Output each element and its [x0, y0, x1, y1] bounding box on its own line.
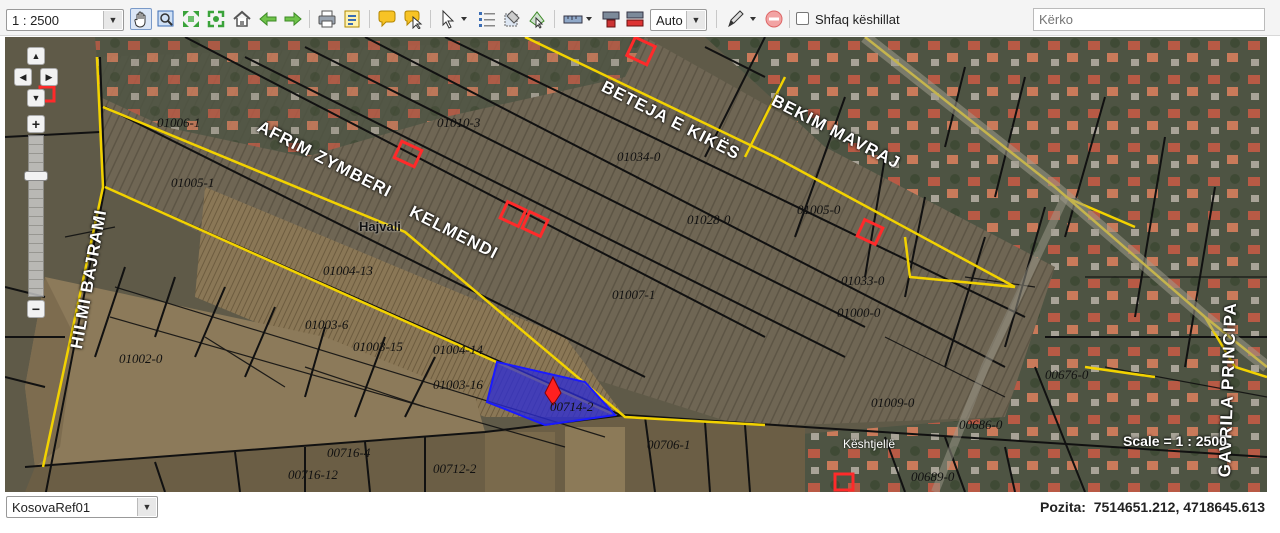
layer-list-icon[interactable]	[476, 8, 498, 30]
parcel-label: 00689-0	[911, 469, 955, 484]
parcel-label: 01033-0	[841, 273, 885, 288]
remove-icon[interactable]	[763, 8, 785, 30]
parcel-label: 00716-12	[288, 467, 338, 482]
comment-icon[interactable]	[376, 8, 398, 30]
pan-right-button[interactable]: ▶	[40, 68, 58, 86]
map-view[interactable]: AFRIM ZYMBERI BETEJA E KIKËS BEKIM MAVRA…	[5, 37, 1267, 492]
pan-icon[interactable]	[130, 8, 152, 30]
toolbar-divider	[716, 10, 717, 28]
parcel-label: 01007-1	[612, 287, 656, 302]
parcel-label: 01034-0	[617, 149, 661, 164]
position-label: Pozita:	[1040, 499, 1086, 515]
scale-select-value: 1 : 2500	[12, 13, 59, 28]
status-bar: KosovaRef01 ▼ Pozita: 7514651.212, 47186…	[0, 492, 1280, 533]
auto-select[interactable]: Auto ▼	[650, 9, 707, 31]
toolbar-divider	[369, 10, 370, 28]
auto-select-value: Auto	[656, 13, 683, 28]
search-input[interactable]	[1033, 8, 1265, 31]
parcel-label: 00714-2	[550, 399, 594, 414]
parcel-label: 00676-0	[1045, 367, 1089, 382]
identify-icon[interactable]	[402, 8, 424, 30]
parcel-label: 01028-0	[687, 212, 731, 227]
reference-select-value: KosovaRef01	[12, 500, 91, 515]
parcel-label: 01005-1	[171, 175, 215, 190]
parcel-label: 01004-13	[323, 263, 373, 278]
export-icon[interactable]	[341, 8, 363, 30]
parcel-label: 01005-0	[797, 202, 841, 217]
toolbar-divider	[789, 10, 790, 28]
pan-left-button[interactable]: ◀	[14, 68, 32, 86]
position-readout: Pozita: 7514651.212, 4718645.613	[1040, 499, 1265, 515]
place-label: Hajvali	[359, 219, 401, 234]
parcel-label: 01003-16	[433, 377, 483, 392]
chevron-down-icon[interactable]: ▼	[137, 498, 156, 516]
toolbar-divider	[430, 10, 431, 28]
zoom-full-icon[interactable]	[205, 8, 227, 30]
zoom-box-icon[interactable]	[155, 8, 177, 30]
parcel-label: 01003-6	[305, 317, 349, 332]
parcel-label: 00686-0	[959, 417, 1003, 432]
parcel-label: 01002-0	[119, 351, 163, 366]
parcel-label: 01004-14	[433, 342, 483, 357]
show-hints-checkbox[interactable]	[796, 12, 809, 25]
parcel-label: 00716-4	[327, 445, 371, 460]
parcel-label: 01009-0	[871, 395, 915, 410]
zoom-slider-handle[interactable]	[24, 171, 48, 181]
show-hints-label: Shfaq këshillat	[815, 12, 900, 27]
forward-arrow-icon[interactable]	[282, 8, 304, 30]
place-label: Kështjellë	[843, 437, 896, 451]
toolbar-divider	[554, 10, 555, 28]
scale-text: Scale = 1 : 2500	[1123, 433, 1227, 449]
scale-select[interactable]: 1 : 2500 ▼	[6, 9, 124, 31]
toolbar-divider	[309, 10, 310, 28]
home-icon[interactable]	[231, 8, 253, 30]
parcel-label: 01010-3	[437, 115, 481, 130]
zoom-in-button[interactable]: +	[27, 115, 45, 133]
zoom-out-button[interactable]: −	[27, 300, 45, 318]
back-arrow-icon[interactable]	[257, 8, 279, 30]
zoom-extent-icon[interactable]	[180, 8, 202, 30]
basemap-icon[interactable]	[624, 8, 646, 30]
position-value: 7514651.212, 4718645.613	[1093, 499, 1265, 515]
parcel-label: 01006-1	[157, 115, 201, 130]
select-shape-icon[interactable]	[526, 8, 548, 30]
pan-up-button[interactable]: ▲	[27, 47, 45, 65]
parcel-label: 00706-1	[647, 437, 691, 452]
zoom-slider-track[interactable]	[28, 135, 44, 297]
select-pointer-icon[interactable]	[437, 8, 471, 30]
chevron-down-icon[interactable]: ▼	[103, 11, 122, 29]
pan-down-button[interactable]: ▼	[27, 89, 45, 107]
draw-pencil-icon[interactable]	[724, 8, 760, 30]
chevron-down-icon[interactable]: ▼	[686, 11, 705, 29]
parcel-label: 01000-0	[837, 305, 881, 320]
parcel-label: 01003-15	[353, 339, 403, 354]
overview-icon[interactable]	[600, 8, 622, 30]
print-icon[interactable]	[316, 8, 338, 30]
measure-icon[interactable]	[561, 8, 595, 30]
reference-select[interactable]: KosovaRef01 ▼	[6, 496, 158, 518]
map-toolbar: 1 : 2500 ▼ Auto ▼ Shfaq këshillat Kërko	[0, 0, 1280, 36]
clear-selection-icon[interactable]	[501, 8, 523, 30]
parcel-label: 00712-2	[433, 461, 477, 476]
